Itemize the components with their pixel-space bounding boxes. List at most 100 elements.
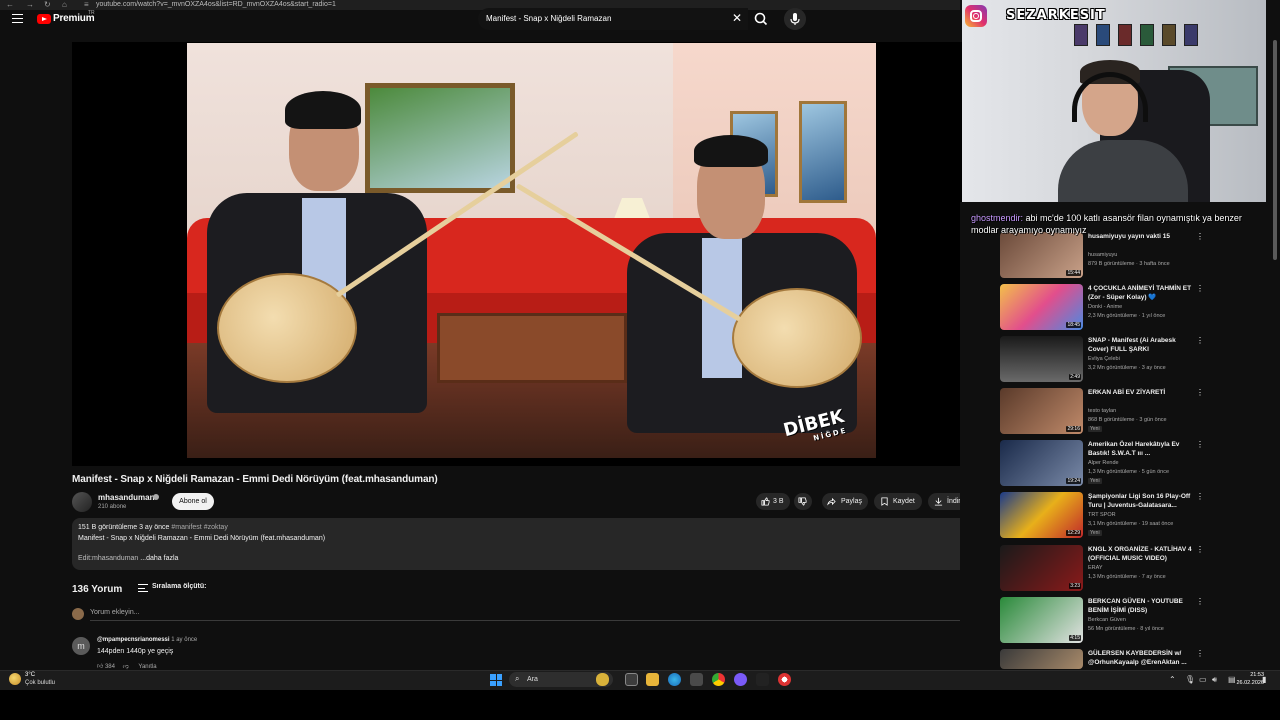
video-duration: 4:15 (1069, 635, 1081, 641)
comment-author[interactable]: @mpampecnsrianomessi (97, 637, 170, 643)
store-icon[interactable] (690, 673, 703, 686)
obs-icon[interactable] (756, 673, 769, 686)
recommendation-menu-icon[interactable]: ⋮ (1196, 597, 1204, 606)
recommendation-channel[interactable]: Donki - Anime (1088, 304, 1122, 310)
recommendation-thumbnail[interactable]: 19:24 (1000, 440, 1083, 486)
recommendation-channel[interactable]: testo taylan (1088, 408, 1116, 414)
share-icon (827, 497, 836, 506)
weather-desc[interactable]: Çok bulutlu (25, 680, 55, 686)
sort-button[interactable]: Sıralama ölçütü: (152, 583, 206, 590)
recommendation-thumbnail[interactable]: 18:45 (1000, 284, 1083, 330)
recommendation-thumbnail[interactable]: 2:49 (1000, 336, 1083, 382)
recommendation-title[interactable]: Amerikan Özel Harekâtıyla Ev Bastık! S.W… (1088, 440, 1192, 458)
recommendation-title[interactable]: BERKCAN GÜVEN - YOUTUBE BENİM İŞİMİ (DIS… (1088, 597, 1192, 615)
search-icon[interactable] (752, 11, 770, 27)
recommendation-thumbnail[interactable] (1000, 649, 1083, 669)
search-input[interactable]: Manifest - Snap x Niğdeli Ramazan (486, 14, 611, 23)
weather-icon[interactable] (9, 673, 21, 685)
video-duration: 18:45 (1066, 322, 1081, 328)
recommendation-channel[interactable]: husamiyuyu (1088, 252, 1117, 258)
taskbar-search-label[interactable]: Ara (527, 676, 538, 683)
new-badge: Yeni (1088, 530, 1102, 536)
recommendation-title[interactable]: 4 ÇOCUKLA ANİMEYİ TAHMİN ET (Zor - Süper… (1088, 284, 1192, 302)
recommendation-title[interactable]: Şampiyonlar Ligi Son 16 Play-Off Turu | … (1088, 492, 1192, 510)
new-badge: Yeni (1088, 426, 1102, 432)
reload-icon[interactable]: ↻ (44, 0, 51, 9)
save-button[interactable]: Kaydet (874, 493, 922, 510)
mic-icon[interactable] (784, 8, 806, 30)
video-frame[interactable]: DİBEK NİĞDE (187, 43, 876, 458)
chrome-icon[interactable] (712, 673, 725, 686)
recommendation-meta: 868 B görüntüleme · 3 gün önce (1088, 417, 1167, 423)
comment-text: 144pden 1440p ye geçiş (97, 648, 174, 655)
clock-time[interactable]: 21:53 (1244, 672, 1264, 678)
channel-name[interactable]: mhasanduman (98, 493, 154, 502)
recommendation-menu-icon[interactable]: ⋮ (1196, 284, 1204, 293)
channel-avatar[interactable] (72, 492, 92, 512)
recommendation-thumbnail[interactable]: 12:29 (1000, 492, 1083, 538)
widget-icon[interactable] (596, 673, 609, 686)
instagram-handle: SEZARKESIT (1006, 8, 1106, 23)
task-view-icon[interactable] (625, 673, 638, 686)
recommendation-channel[interactable]: Berkcan Güven (1088, 617, 1126, 623)
recommendation-menu-icon[interactable]: ⋮ (1196, 336, 1204, 345)
weather-temp[interactable]: 3°C (25, 672, 35, 678)
instagram-icon (965, 5, 987, 27)
region-code: TR (88, 10, 95, 16)
recommendation-title[interactable]: ERKAN ABİ EV ZİYARETİ (1088, 388, 1192, 397)
view-stats: 151 B görüntüleme 3 ay önce (78, 524, 170, 531)
recommendation-menu-icon[interactable]: ⋮ (1196, 440, 1204, 449)
hashtags[interactable]: #manifest #zoktay (171, 524, 227, 531)
recommendation-channel[interactable]: Alper Rende (1088, 460, 1119, 466)
volume-icon[interactable]: 🔊︎ (1212, 675, 1217, 685)
recommendation-title[interactable]: KNGL X ORGANİZE - KATLİHAV 4 (OFFICIAL M… (1088, 545, 1192, 563)
scrollbar[interactable] (1273, 40, 1277, 260)
recommendation-channel[interactable]: TRT SPOR (1088, 512, 1116, 518)
show-more-link[interactable]: ...daha fazla (140, 555, 178, 562)
clock-date[interactable]: 26.02.2026 (1232, 680, 1264, 686)
back-icon[interactable]: ← (6, 0, 14, 9)
discord-icon[interactable] (734, 673, 747, 686)
comment-age[interactable]: 1 ay önce (171, 637, 197, 643)
edge-icon[interactable] (668, 673, 681, 686)
windows-start-icon[interactable] (490, 674, 502, 686)
tray-chevron-icon[interactable]: ⌃ (1169, 675, 1176, 684)
network-icon[interactable]: ▭ (1199, 675, 1207, 684)
recommendation-menu-icon[interactable]: ⋮ (1196, 388, 1204, 397)
address-url[interactable]: youtube.com/watch?v=_mvnOXZA4os&list=RD_… (96, 1, 336, 9)
add-comment-input[interactable]: Yorum ekleyin... (90, 609, 140, 616)
mic-tray-icon[interactable]: 🎙︎ (1185, 675, 1195, 684)
recommendation-title[interactable]: SNAP - Manifest (Ai Arabesk Cover) FULL … (1088, 336, 1192, 354)
recommendation-title[interactable]: GÜLERSEN KAYBEDERSİN w/ @OrhunKayaalp @E… (1088, 649, 1192, 667)
chat-message: ghostmendir: abi mc'de 100 katlı asansör… (971, 212, 1251, 236)
dislike-button[interactable] (794, 493, 812, 510)
comment-input-underline (90, 620, 990, 621)
recommendation-thumbnail[interactable]: 29:16 (1000, 388, 1083, 434)
file-explorer-icon[interactable] (646, 673, 659, 686)
recommendation-menu-icon[interactable]: ⋮ (1196, 545, 1204, 554)
youtube-logo-icon[interactable] (37, 14, 51, 24)
new-badge: Yeni (1088, 478, 1102, 484)
clear-search-icon[interactable]: ✕ (732, 11, 742, 25)
commenter-avatar[interactable]: m (72, 637, 90, 655)
recommendation-thumbnail[interactable]: 15:44 (1000, 232, 1083, 278)
forward-icon[interactable]: → (26, 0, 34, 9)
like-button[interactable]: 3 B (756, 493, 790, 510)
video-title: Manifest - Snap x Niğdeli Ramazan - Emmi… (72, 474, 438, 485)
notification-icon[interactable]: ▮ (1262, 675, 1266, 684)
home-icon[interactable]: ⌂ (62, 0, 67, 9)
video-duration: 29:16 (1066, 426, 1081, 432)
site-info-icon[interactable]: ≡ (84, 0, 89, 9)
sort-icon[interactable] (138, 584, 148, 592)
recommendation-thumbnail[interactable]: 3:23 (1000, 545, 1083, 591)
recommendation-channel[interactable]: ERAY (1088, 565, 1103, 571)
share-button[interactable]: Paylaş (822, 493, 868, 510)
like-count: 3 B (773, 498, 784, 505)
recommendation-channel[interactable]: Evliya Çelebi (1088, 356, 1120, 362)
recommendation-menu-icon[interactable]: ⋮ (1196, 649, 1204, 658)
recommendation-menu-icon[interactable]: ⋮ (1196, 492, 1204, 501)
menu-icon[interactable] (12, 14, 23, 23)
record-icon[interactable] (778, 673, 791, 686)
subscribe-button[interactable]: Abone ol (172, 493, 214, 510)
recommendation-thumbnail[interactable]: 4:15 (1000, 597, 1083, 643)
